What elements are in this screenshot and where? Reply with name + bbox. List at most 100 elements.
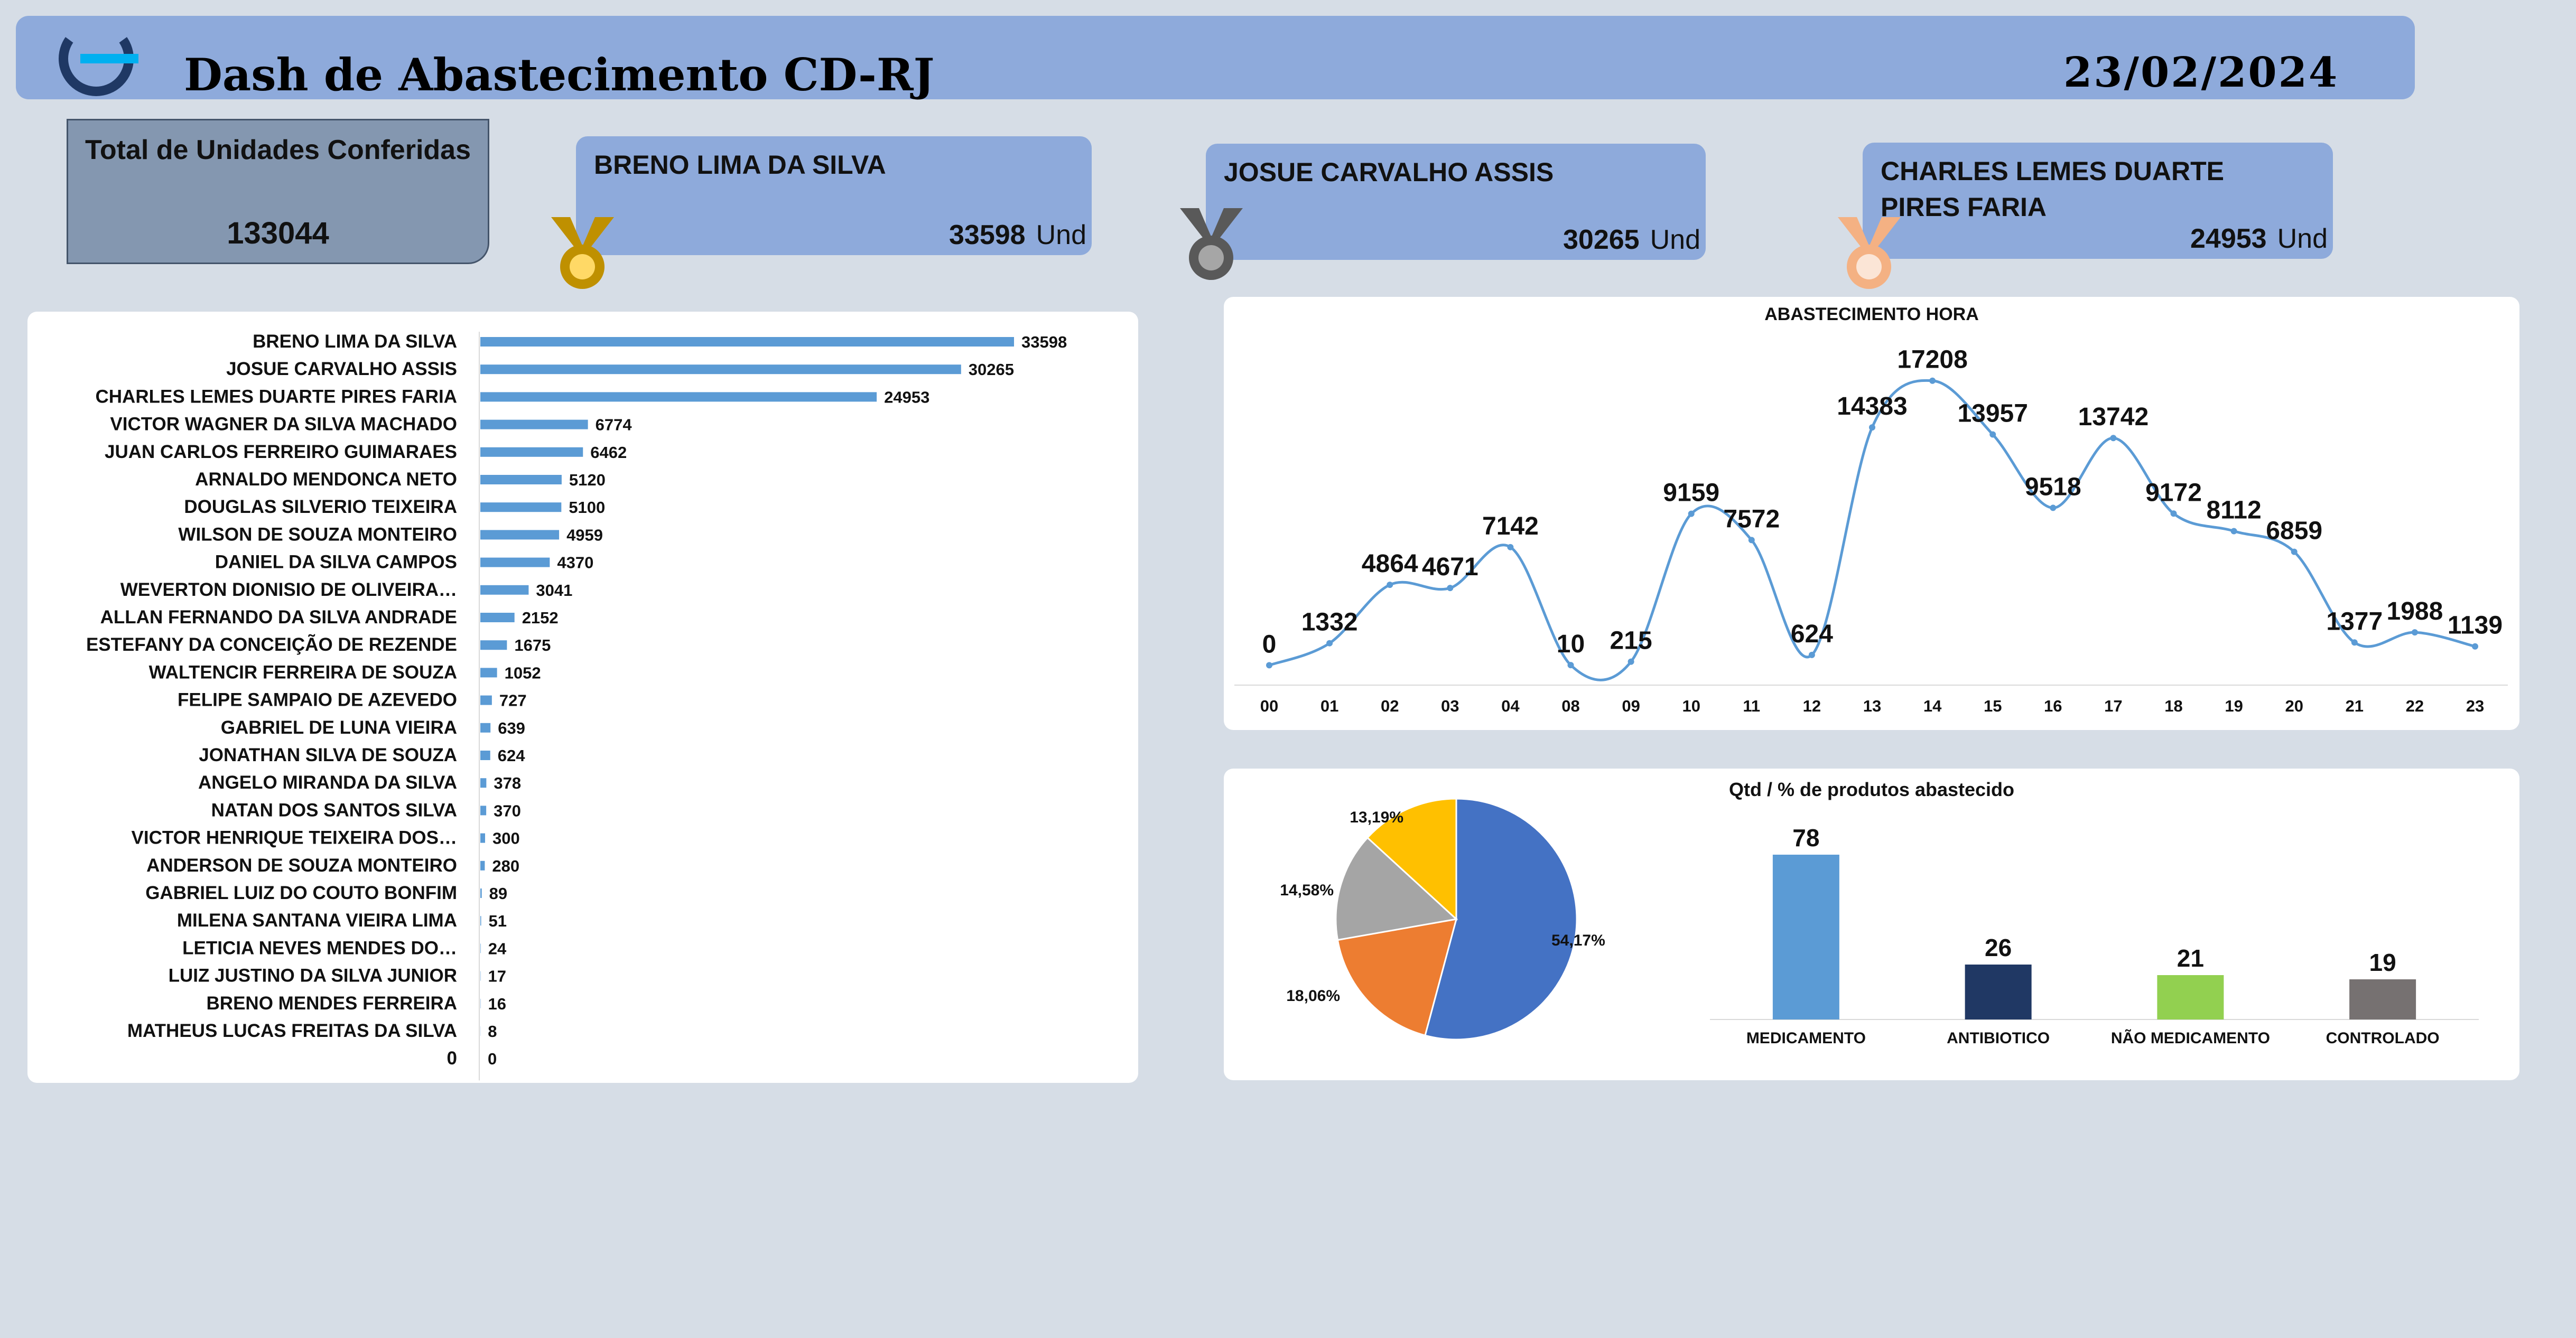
line-point	[1869, 424, 1875, 431]
line-value-label: 9172	[2145, 479, 2202, 507]
bar-value-label: 51	[489, 912, 507, 930]
line-x-tick-label: 15	[1984, 697, 2002, 715]
line-point	[1989, 431, 1996, 438]
bar-value-label: 6462	[590, 443, 627, 462]
line-point	[1266, 662, 1272, 669]
podium-second-name: JOSUE CARVALHO ASSIS	[1224, 157, 1554, 187]
hourly-line-chart: ABASTECIMENTO HORA 000133201486402467103…	[1234, 304, 2508, 715]
bar-value-label: 17	[488, 967, 506, 986]
line-value-label: 1139	[2448, 612, 2503, 640]
bar-mark	[480, 778, 487, 788]
podium-card-second: JOSUE CARVALHO ASSIS 30265 Und	[1206, 144, 1706, 260]
bar-category-label: LUIZ JUSTINO DA SILVA JUNIOR	[169, 966, 457, 986]
bar-value-label: 24953	[884, 388, 929, 406]
category-bar	[2157, 975, 2224, 1019]
line-x-tick-label: 00	[1260, 697, 1278, 715]
line-value-label: 8112	[2207, 496, 2262, 524]
line-value-label: 10	[1557, 630, 1585, 658]
line-point	[1628, 658, 1634, 665]
bar-category-label: NATAN DOS SANTOS SILVA	[211, 800, 457, 820]
line-x-tick-label: 23	[2466, 697, 2484, 715]
category-bar	[1965, 965, 2032, 1019]
line-x-tick-label: 19	[2225, 697, 2243, 715]
line-point	[2472, 643, 2478, 650]
bar-value-label: 378	[494, 774, 521, 792]
podium-second-unit: Und	[1650, 224, 1700, 255]
bar-mark	[480, 888, 482, 898]
bar-value-label: 89	[489, 884, 507, 903]
bar-mark	[480, 337, 1014, 347]
line-x-tick-label: 12	[1803, 697, 1821, 715]
bar-category-label: JUAN CARLOS FERREIRO GUIMARAES	[105, 442, 457, 462]
pie-slice-label: 18,06%	[1286, 987, 1340, 1005]
bar-mark	[480, 447, 583, 457]
bar-mark	[480, 751, 490, 760]
bar-mark	[480, 668, 497, 678]
line-value-label: 9518	[2025, 473, 2081, 501]
bar-category-label: ESTEFANY DA CONCEIÇÃO DE REZENDE	[86, 634, 457, 655]
bar-category-label: WILSON DE SOUZA MONTEIRO	[178, 524, 457, 545]
bar-value-label: 4959	[566, 526, 603, 544]
bar-value-label: 370	[494, 801, 521, 820]
category-value-label: 26	[1985, 934, 2012, 961]
bar-value-label: 727	[499, 691, 527, 710]
podium-first-name: BRENO LIMA DA SILVA	[594, 150, 886, 180]
bar-value-label: 1052	[505, 663, 541, 682]
page-title: Dash de Abastecimento CD-RJ	[184, 49, 935, 101]
line-x-tick-label: 03	[1441, 697, 1459, 715]
bar-category-label: WEVERTON DIONISIO DE OLIVEIRA…	[120, 579, 457, 600]
bar-value-label: 30265	[969, 360, 1014, 379]
line-x-tick-label: 08	[1561, 697, 1579, 715]
bar-category-label: VICTOR HENRIQUE TEIXEIRA DOS…	[132, 828, 457, 848]
line-point	[1387, 582, 1393, 588]
category-value-label: 19	[2369, 949, 2396, 976]
total-units-value: 133044	[227, 216, 329, 250]
line-value-label: 4864	[1362, 550, 1418, 578]
podium-first-unit: Und	[1036, 220, 1086, 250]
bar-category-label: 0	[447, 1048, 457, 1069]
bar-value-label: 0	[488, 1050, 497, 1068]
bar-value-label: 33598	[1021, 333, 1067, 351]
podium-third-value: 24953 Und	[2190, 223, 2328, 255]
bar-category-label: LETICIA NEVES MENDES DO…	[182, 938, 457, 958]
category-value-label: 78	[1792, 824, 1819, 852]
gold-medal-icon	[551, 217, 614, 289]
podium-first-value: 33598 Und	[949, 219, 1086, 251]
category-label: ANTIBIOTICO	[1947, 1030, 2050, 1047]
bar-category-label: JONATHAN SILVA DE SOUZA	[199, 745, 457, 765]
bar-mark	[480, 916, 481, 926]
products-chart-panel: Qtd / % de produtos abastecido 54,17% 18,…	[1224, 769, 2519, 1080]
podium-third-amount: 24953	[2190, 223, 2267, 254]
line-point	[1688, 510, 1695, 517]
category-label: NÃO MEDICAMENTO	[2111, 1029, 2270, 1047]
bar-value-label: 1675	[514, 636, 551, 654]
line-point	[2170, 510, 2177, 517]
bronze-medal-icon	[1838, 217, 1901, 289]
operators-bar-chart-panel: BRENO LIMA DA SILVA 33598 JOSUE CARVALHO A…	[27, 312, 1138, 1083]
bar-category-label: GABRIEL DE LUNA VIEIRA	[221, 717, 457, 738]
category-label: MEDICAMENTO	[1746, 1030, 1866, 1047]
line-x-tick-label: 11	[1743, 697, 1760, 715]
line-point	[2110, 435, 2117, 442]
bar-mark	[480, 723, 491, 733]
line-point	[2291, 548, 2298, 555]
line-x-tick-label: 20	[2285, 697, 2303, 715]
line-x-tick-label: 13	[1863, 697, 1881, 715]
category-label: CONTROLADO	[2326, 1030, 2440, 1047]
bar-category-label: GABRIEL LUIZ DO COUTO BONFIM	[145, 883, 457, 903]
line-x-tick-label: 18	[2164, 697, 2182, 715]
line-point	[1808, 651, 1815, 658]
bar-value-label: 624	[498, 746, 525, 765]
bar-value-label: 5120	[569, 471, 606, 489]
pie-slice-label: 13,19%	[1350, 809, 1403, 826]
bar-category-label: CHARLES LEMES DUARTE PIRES FARIA	[96, 386, 458, 407]
header-bar: Dash de Abastecimento CD-RJ 23/02/2024	[16, 16, 2415, 101]
line-value-label: 17208	[1897, 346, 1967, 374]
podium-card-first: BRENO LIMA DA SILVA 33598 Und	[576, 136, 1092, 255]
report-date: 23/02/2024	[2063, 49, 2339, 97]
bar-value-label: 24	[488, 939, 507, 958]
line-point	[1567, 662, 1574, 669]
podium-third-name: CHARLES LEMES DUARTE PIRES FARIA	[1881, 156, 2225, 222]
line-value-label: 14383	[1837, 392, 1907, 420]
bar-value-label: 280	[492, 857, 519, 875]
